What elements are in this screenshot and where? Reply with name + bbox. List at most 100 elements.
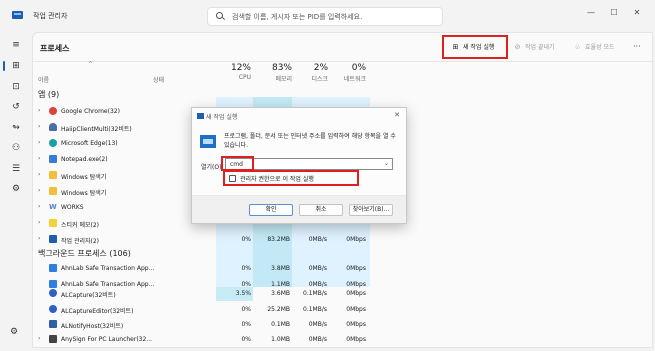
more-options-button[interactable]: ···	[633, 39, 641, 55]
search-input[interactable]: 검색할 이름, 게시자 또는 PID를 입력하세요.	[207, 7, 443, 26]
disk-value: 0MB/s	[308, 321, 327, 328]
memory-total-pct: 83%	[271, 63, 292, 73]
cpu-value: 0%	[241, 265, 251, 272]
cpu-value: 0%	[241, 236, 251, 243]
memory-value: 25.2MB	[267, 306, 290, 313]
column-disk[interactable]: 2% 디스크	[288, 63, 328, 83]
disk-value: 0MB/s	[308, 336, 327, 343]
browse-button[interactable]: 찾아보기(B)...	[349, 204, 393, 216]
memory-value: 83.2MB	[267, 236, 290, 243]
dialog-close-button[interactable]: ✕	[394, 111, 400, 119]
chevron-right-icon[interactable]: ›	[38, 139, 40, 146]
details-nav-icon[interactable]: ☰	[8, 162, 24, 176]
disk-value: 0.1MB/s	[303, 290, 327, 297]
cpu-value: 0%	[241, 306, 251, 313]
disk-value: 0MB/s	[308, 265, 327, 272]
column-cpu[interactable]: 12% CPU	[211, 63, 251, 81]
users-nav-icon[interactable]: ⚇	[8, 141, 24, 155]
folder-icon	[49, 187, 57, 195]
disk-value: 0MB/s	[308, 236, 327, 243]
close-button[interactable]: ✕	[626, 6, 648, 20]
network-value: 0Mbps	[346, 290, 366, 297]
process-name: Windows 탐색기	[61, 174, 107, 181]
network-value: 0Mbps	[346, 336, 366, 343]
background-group-header[interactable]: 백그라운드 프로세스 (106)	[38, 248, 131, 259]
startup-apps-nav-icon[interactable]: ↬	[8, 121, 24, 135]
edge-icon	[49, 139, 57, 147]
disk-label: 디스크	[311, 76, 328, 83]
highlight-box-new-task	[442, 35, 508, 59]
notepad-icon	[49, 155, 57, 163]
process-name: Microsoft Edge(13)	[61, 140, 118, 147]
chevron-right-icon[interactable]: ›	[38, 235, 40, 242]
process-name: AhnLab Safe Transaction App...	[61, 265, 155, 272]
chevron-down-icon[interactable]: ⌄	[384, 160, 389, 167]
dialog-description: 프로그램, 폴더, 문서 또는 인터넷 주소를 입력하여 해당 항목을 열 수 …	[224, 133, 396, 149]
search-icon	[216, 12, 223, 19]
hamburger-menu-icon[interactable]: ≡	[8, 38, 24, 52]
capture-editor-icon	[49, 305, 57, 313]
process-name: AnySign For PC Launcher(32...	[61, 336, 153, 343]
network-label: 네트워크	[343, 76, 366, 83]
process-name: ALCapture(32비트)	[61, 292, 116, 299]
disk-total-pct: 2%	[313, 63, 328, 73]
disk-value: 0.1MB/s	[303, 306, 327, 313]
network-value: 0Mbps	[346, 236, 366, 243]
anysign-icon	[49, 335, 57, 343]
process-name: Windows 탐색기	[61, 190, 107, 197]
network-value: 0Mbps	[346, 281, 366, 288]
maximize-button[interactable]: ☐	[603, 6, 625, 20]
sort-ascending-icon: ^	[88, 61, 94, 68]
app-icon	[49, 280, 57, 288]
chevron-right-icon[interactable]: ›	[38, 155, 40, 162]
process-name: ALCaptureEditor(32비트)	[61, 308, 134, 315]
network-value: 0Mbps	[346, 265, 366, 272]
end-task-label: 작업 끝내기	[525, 44, 555, 51]
dialog-title: 새 작업 실행	[206, 114, 238, 121]
sticky-note-icon	[49, 219, 57, 227]
capture-icon	[49, 289, 57, 297]
app-history-nav-icon[interactable]: ↺	[8, 100, 24, 114]
column-status[interactable]: 상태	[153, 75, 164, 84]
chrome-icon	[49, 107, 57, 115]
performance-nav-icon[interactable]: ⊡	[8, 80, 24, 94]
minimize-button[interactable]: —	[580, 6, 602, 20]
task-manager-icon	[12, 11, 23, 19]
column-memory[interactable]: 83% 메모리	[252, 63, 292, 83]
end-task-button[interactable]: ⊘ 작업 끝내기	[513, 39, 555, 55]
network-total-pct: 0%	[351, 63, 366, 73]
memory-label: 메모리	[275, 76, 292, 83]
process-name: 작업 관리자(2)	[61, 238, 100, 245]
left-navigation: ≡ ⊞ ⊡ ↺ ↬ ⚇ ☰ ⚙	[0, 32, 32, 351]
chevron-right-icon[interactable]: ›	[38, 187, 40, 194]
cpu-value: 0%	[241, 321, 251, 328]
services-nav-icon[interactable]: ⚙	[8, 182, 24, 196]
memory-value: 3.6MB	[271, 290, 290, 297]
disk-value: 0MB/s	[308, 281, 327, 288]
settings-gear-icon[interactable]: ⚙	[10, 327, 18, 337]
cpu-value: 0%	[241, 281, 251, 288]
chevron-right-icon[interactable]: ›	[38, 203, 40, 210]
column-network[interactable]: 0% 네트워크	[326, 63, 366, 83]
end-task-icon: ⊘	[514, 43, 521, 51]
cancel-button[interactable]: 취소	[299, 204, 343, 216]
column-name[interactable]: 이름	[38, 75, 49, 84]
app-icon	[49, 264, 57, 272]
chevron-right-icon[interactable]: ›	[38, 335, 40, 342]
memory-value: 0.1MB	[271, 321, 290, 328]
cpu-label: CPU	[238, 74, 251, 81]
chevron-right-icon[interactable]: ›	[38, 171, 40, 178]
search-placeholder: 검색할 이름, 게시자 또는 PID를 입력하세요.	[232, 13, 363, 21]
efficiency-mode-button[interactable]: ♧ 효율성 모드	[573, 39, 614, 55]
process-name: WORKS	[61, 204, 84, 211]
process-name: 스티커 메모(2)	[61, 222, 100, 229]
processes-nav-icon[interactable]: ⊞	[8, 59, 24, 73]
process-name: HaiipClientMulti(32비트)	[61, 126, 132, 133]
chevron-right-icon[interactable]: ›	[38, 123, 40, 130]
process-name: AhnLab Safe Transaction App...	[61, 281, 155, 288]
ok-button[interactable]: 확인	[249, 204, 293, 216]
apps-group-header[interactable]: 앱 (9)	[38, 89, 59, 100]
highlight-box-input	[221, 156, 254, 171]
chevron-right-icon[interactable]: ›	[38, 219, 40, 226]
chevron-right-icon[interactable]: ›	[38, 107, 40, 114]
